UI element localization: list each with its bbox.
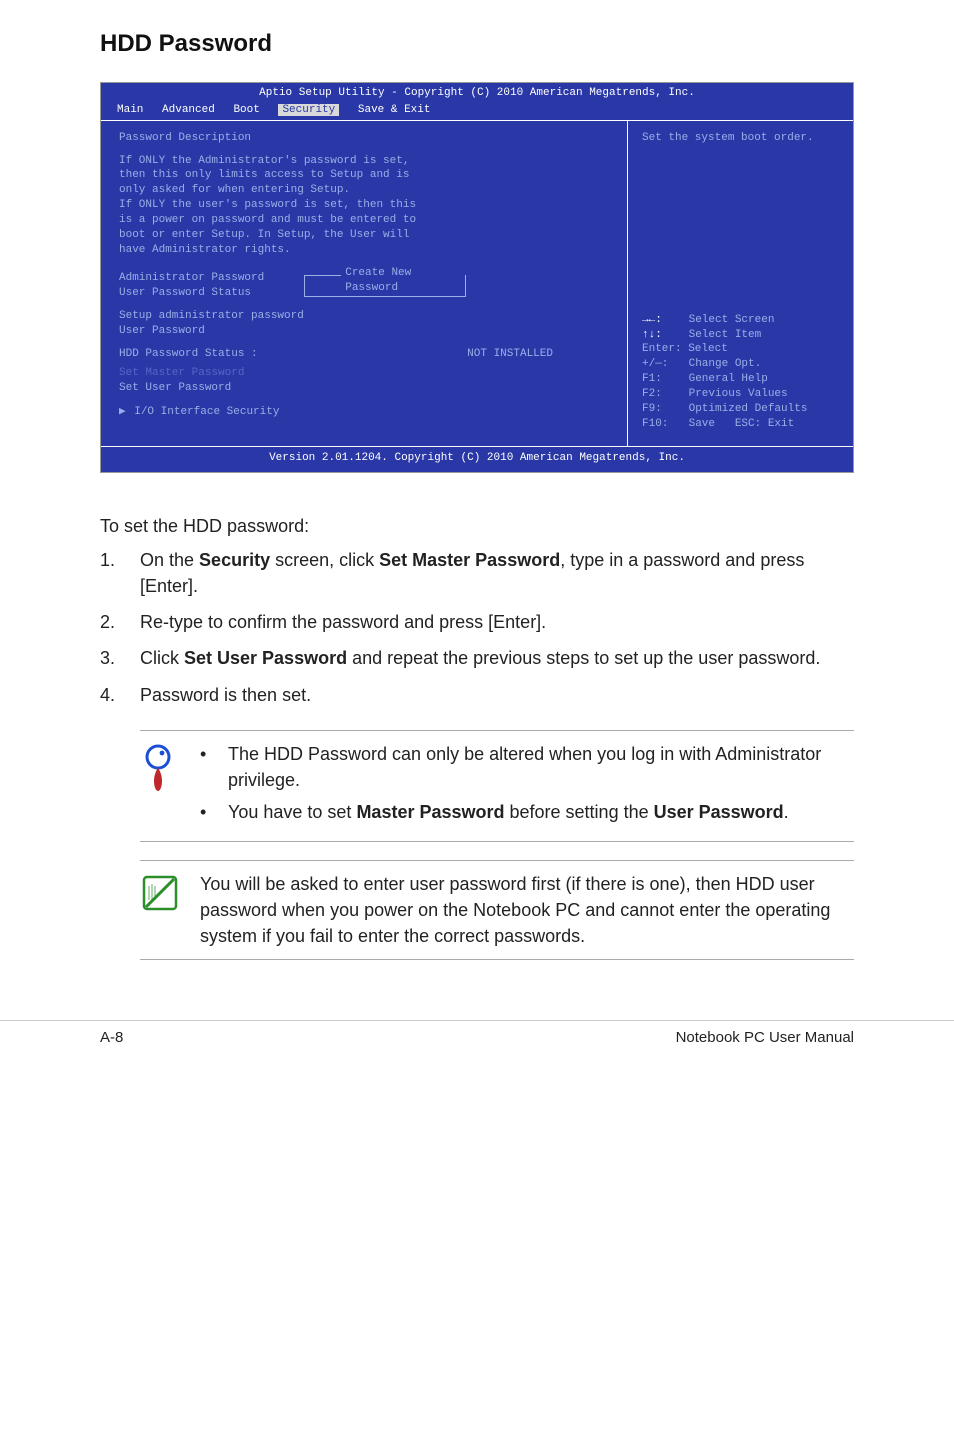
bullet-icon: • [200, 799, 228, 825]
bios-pwdesc-line: If ONLY the user's password is set, then… [119, 198, 613, 213]
bios-hdd-pw-status: HDD Password Status : [119, 347, 467, 362]
bios-pwdesc-line: have Administrator rights. [119, 243, 613, 258]
step-text: and repeat the previous steps to set up … [347, 648, 820, 668]
bios-version: Version 2.01.1204. Copyright (C) 2010 Am… [101, 446, 853, 472]
tip-bold: Master Password [356, 802, 504, 822]
body-text: To set the HDD password: 1. On the Secur… [100, 513, 854, 960]
bios-nav-item: Change Opt. [689, 358, 762, 370]
bios-nav-key: +/—: [642, 357, 682, 372]
bios-create-pw-box: Create New Password [304, 275, 466, 297]
bios-set-master: Set Master Password [119, 366, 613, 381]
bios-left-pane: Password Description If ONLY the Adminis… [101, 121, 628, 447]
step-text: Click [140, 648, 184, 668]
bios-nav-item: Select Item [689, 329, 762, 341]
bios-nav-key: F2: [642, 387, 682, 402]
bios-menu-security: Security [278, 104, 339, 116]
bios-nav-item: Save [689, 418, 715, 430]
list-item: 4. Password is then set. [100, 682, 854, 708]
step-text: Password is then set. [140, 682, 854, 708]
bios-nav-keys: →←: Select Screen ↑↓: Select Item Enter:… [642, 313, 843, 432]
page-title: HDD Password [100, 30, 854, 58]
bios-user-pw: User Password [119, 324, 613, 339]
bios-nav-item: Optimized Defaults [689, 403, 808, 415]
bios-hdd-pw-value: NOT INSTALLED [467, 347, 553, 362]
step-text: screen, click [270, 550, 379, 570]
list-number: 3. [100, 645, 140, 671]
footer-right: Notebook PC User Manual [676, 1029, 854, 1046]
page-footer: A-8 Notebook PC User Manual [0, 1020, 954, 1046]
step-text: Re-type to confirm the password and pres… [140, 609, 854, 635]
bios-set-user: Set User Password [119, 381, 613, 396]
tip-text: . [784, 802, 789, 822]
bios-pwdesc-line: is a power on password and must be enter… [119, 213, 613, 228]
footer-left: A-8 [100, 1029, 123, 1046]
list-item: 2. Re-type to confirm the password and p… [100, 609, 854, 635]
bios-pwdesc-line: boot or enter Setup. In Setup, the User … [119, 228, 613, 243]
bios-right-pane: Set the system boot order. →←: Select Sc… [628, 121, 853, 447]
bios-nav-item: Select Screen [689, 314, 775, 326]
list-number: 4. [100, 682, 140, 708]
bios-menu: Main Advanced Boot Security Save & Exit [101, 101, 853, 121]
step-bold: Set Master Password [379, 550, 560, 570]
tip-bold: User Password [654, 802, 784, 822]
bios-nav-key: F9: [642, 402, 682, 417]
bios-right-hint: Set the system boot order. [642, 131, 843, 146]
arrows-ud-icon: ↑↓: [642, 328, 682, 343]
list-number: 1. [100, 547, 140, 599]
triangle-right-icon: ▶ [119, 406, 126, 418]
tip-icon [140, 743, 176, 793]
step-bold: Security [199, 550, 270, 570]
tip-text: before setting the [505, 802, 654, 822]
bios-pwdesc-line: then this only limits access to Setup an… [119, 168, 613, 183]
list-item: 3. Click Set User Password and repeat th… [100, 645, 854, 671]
bios-nav-item: Enter: Select [642, 342, 843, 357]
bios-nav-item: General Help [689, 373, 768, 385]
list-number: 2. [100, 609, 140, 635]
bios-create-pw-label: Create New Password [341, 266, 465, 296]
step-text: On the [140, 550, 199, 570]
body-intro: To set the HDD password: [100, 513, 854, 539]
bios-io-interface: ▶ I/O Interface Security [119, 405, 613, 420]
bios-box: Aptio Setup Utility - Copyright (C) 2010… [100, 82, 854, 473]
step-bold: Set User Password [184, 648, 347, 668]
bullet-icon: • [200, 741, 228, 793]
note-icon [140, 873, 180, 913]
bios-menu-saveexit: Save & Exit [358, 104, 431, 116]
tip-callout: • The HDD Password can only be altered w… [140, 730, 854, 842]
list-item: 1. On the Security screen, click Set Mas… [100, 547, 854, 599]
bios-pwdesc-line: If ONLY the Administrator's password is … [119, 154, 613, 169]
bios-menu-main: Main [117, 104, 143, 116]
bios-pwdesc-title: Password Description [119, 131, 613, 146]
bios-nav-item: Previous Values [689, 388, 788, 400]
bios-menu-boot: Boot [233, 104, 259, 116]
arrows-lr-icon: →←: [642, 313, 682, 328]
note-callout: You will be asked to enter user password… [140, 860, 854, 960]
note-text: You will be asked to enter user password… [200, 871, 854, 949]
bios-nav-key: F1: [642, 372, 682, 387]
bios-nav-key: F10: [642, 417, 682, 432]
bios-topline: Aptio Setup Utility - Copyright (C) 2010… [101, 83, 853, 101]
tip-text: You have to set [228, 802, 356, 822]
bios-nav-item: ESC: Exit [735, 418, 794, 430]
tip-text: The HDD Password can only be altered whe… [228, 741, 854, 793]
bios-menu-advanced: Advanced [162, 104, 215, 116]
bios-admin-pw: Administrator Password [119, 271, 264, 286]
bios-io-label: I/O Interface Security [134, 406, 279, 418]
bios-setup-admin-pw: Setup administrator password [119, 309, 613, 324]
bios-pwdesc-line: only asked for when entering Setup. [119, 183, 613, 198]
bios-user-pw-status: User Password Status [119, 286, 264, 301]
